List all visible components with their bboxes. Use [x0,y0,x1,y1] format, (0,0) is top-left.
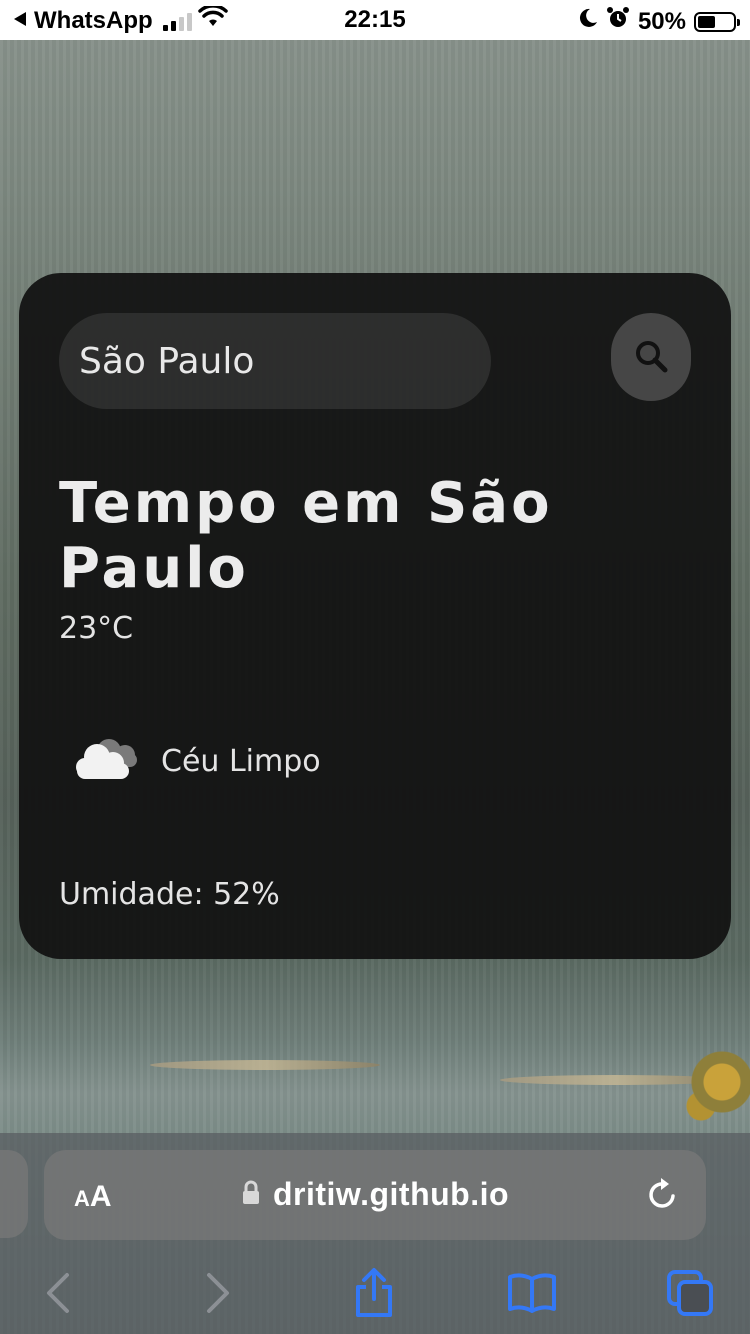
cloud-icon [71,733,143,789]
battery-icon [694,11,740,32]
weather-title: Tempo em São Paulo [59,471,553,601]
moon-icon [578,7,598,36]
browser-bottom-bar: AA dritiw.github.io [0,1133,750,1334]
browser-toolbar [0,1263,750,1323]
temperature: 23°C [59,611,134,646]
humidity: Umidade: 52% [59,877,280,912]
bookmarks-icon[interactable] [502,1263,562,1323]
tabs-icon[interactable] [660,1263,720,1323]
foliage [680,1010,750,1130]
status-bar: WhatsApp 22:15 50% [0,0,750,40]
share-icon[interactable] [344,1263,404,1323]
forward-icon[interactable] [188,1263,248,1323]
search-button[interactable] [611,313,691,401]
search-icon [634,339,668,376]
url-text: dritiw.github.io [272,1176,510,1212]
previous-tab[interactable] [0,1150,28,1238]
address-bar[interactable]: AA dritiw.github.io [44,1150,706,1240]
battery-percent: 50% [637,7,686,35]
lock-icon [241,1180,261,1210]
weather-card: Tempo em São Paulo 23°C Céu Limpo Umidad… [19,273,731,959]
condition-label: Céu Limpo [161,743,321,779]
alarm-icon [606,6,630,37]
city-search-input[interactable] [59,313,491,409]
back-icon[interactable] [28,1263,88,1323]
reload-icon[interactable] [646,1176,680,1216]
weather-condition: Céu Limpo [71,733,321,789]
lake-island [150,1060,380,1070]
